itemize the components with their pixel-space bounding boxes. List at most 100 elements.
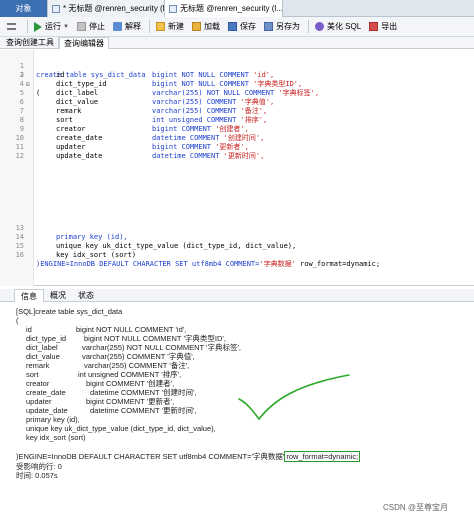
column-comment: '更新者', <box>215 143 249 151</box>
line-number: 3 <box>19 71 24 79</box>
stop-icon <box>76 22 86 31</box>
column-name: remark <box>56 107 82 115</box>
code-string: '字典数据' <box>259 260 296 268</box>
menu-button[interactable] <box>4 19 22 35</box>
column-comment: 'id', <box>253 71 275 79</box>
export-icon <box>369 22 379 31</box>
output-column-name: updater <box>26 397 52 406</box>
query-icon <box>169 4 177 13</box>
tab-label: 无标题 @renren_security (l... <box>180 4 283 13</box>
new-button[interactable]: 新建 <box>153 19 187 35</box>
output-line: dict_value varchar(255) COMMENT '字典值', <box>26 352 195 361</box>
line-number: 9 <box>19 125 24 133</box>
column-definition: bigint NOT NULL COMMENT '字典类型ID', <box>152 80 302 89</box>
output-line: dict_type_id bigint NOT NULL COMMENT '字典类… <box>26 334 226 343</box>
column-type: varchar(255) COMMENT <box>152 107 241 115</box>
output-line: dict_label varchar(255) NOT NULL COMMENT … <box>26 343 241 352</box>
output-line: id bigint NOT NULL COMMENT 'id', <box>26 325 186 334</box>
tab-query-untitled-1[interactable]: * 无标题 @renren_security (l... <box>48 0 165 17</box>
column-type: datetime COMMENT <box>152 152 224 160</box>
tab-info[interactable]: 信息 <box>14 289 44 302</box>
load-button[interactable]: 加载 <box>189 19 223 35</box>
toolbar-divider <box>27 20 28 33</box>
output-column-name: dict_label <box>26 343 58 352</box>
saveas-icon <box>263 22 273 31</box>
result-tabs: 信息 概况 状态 <box>0 289 474 302</box>
save-button[interactable]: 保存 <box>225 19 259 35</box>
toolbar-divider <box>148 20 150 33</box>
saveas-button[interactable]: 另存为 <box>261 19 303 35</box>
column-definition: bigint COMMENT '更新者', <box>152 143 249 152</box>
code-line: 13 primary key (id), <box>0 215 474 241</box>
load-label: 加载 <box>203 22 220 31</box>
column-comment: '创建时间', <box>223 134 265 142</box>
output-column-type: int unsigned COMMENT '排序', <box>78 370 182 379</box>
tab-label: * 无标题 @renren_security (l... <box>63 4 165 13</box>
line-number: 6 <box>19 98 24 106</box>
code-line: 12 update_date datetime COMMENT '更新时间', <box>0 152 474 161</box>
play-icon <box>34 21 42 32</box>
export-label: 导出 <box>381 22 398 31</box>
output-column-type: bigint NOT NULL COMMENT '字典类型ID', <box>84 334 226 343</box>
code-line: 4 dict_type_id bigint NOT NULL COMMENT '字典… <box>0 80 474 89</box>
folder-icon <box>191 22 201 31</box>
column-name: sort <box>56 116 73 124</box>
tab-query-builder[interactable]: 查询创建工具 <box>2 37 59 49</box>
output-line: ( <box>16 316 19 325</box>
column-definition: varchar(255) NOT NULL COMMENT '字典标签', <box>152 89 319 98</box>
output-line: updater bigint COMMENT '更新者', <box>26 397 174 406</box>
tab-profile[interactable]: 概况 <box>44 289 72 302</box>
new-icon <box>155 22 165 31</box>
output-column-name: sort <box>26 370 39 379</box>
code-line: 10 create_date datetime COMMENT '创建时间', <box>0 134 474 143</box>
column-type: bigint NOT NULL COMMENT <box>152 71 254 79</box>
tab-objects[interactable]: 对象 <box>0 0 48 17</box>
editor-mode-tabs: 查询创建工具 查询编辑器 <box>0 37 474 49</box>
output-column-type: varchar(255) NOT NULL COMMENT '字典标签', <box>82 343 242 352</box>
output-line: primary key (id), <box>26 415 80 424</box>
output-column-name: id <box>26 325 32 334</box>
tab-objects-label: 对象 <box>15 4 32 13</box>
column-definition: datetime COMMENT '创建时间', <box>152 134 264 143</box>
output-column-type: varchar(255) COMMENT '备注', <box>84 361 190 370</box>
output-column-name: update_date <box>26 406 68 415</box>
column-type: bigint COMMENT <box>152 125 216 133</box>
save-label: 保存 <box>239 22 256 31</box>
beautify-label: 美化 SQL <box>326 22 362 31</box>
output-column-name: dict_type_id <box>26 334 67 343</box>
column-comment: '字典类型ID', <box>253 80 303 88</box>
output-line: sort int unsigned COMMENT '排序', <box>26 370 181 379</box>
column-type: varchar(255) COMMENT <box>152 98 241 106</box>
toolbar-divider <box>307 20 309 33</box>
column-definition: bigint NOT NULL COMMENT 'id', <box>152 71 274 80</box>
sql-editor[interactable]: 1 create table sys_dict_data 2 ⊟ ( 3 id bi… <box>0 50 474 286</box>
stop-button[interactable]: 停止 <box>74 19 108 35</box>
run-button[interactable]: 运行 ▼ <box>31 19 72 35</box>
explain-label: 解释 <box>124 22 141 31</box>
line-number: 8 <box>19 116 24 124</box>
output-line: unique key uk_dict_type_value (dict_type… <box>26 424 216 433</box>
chevron-down-icon[interactable]: ▼ <box>63 24 69 30</box>
column-name: creator <box>56 125 86 133</box>
checkmark-icon <box>238 374 350 421</box>
tab-query-editor[interactable]: 查询编辑器 <box>59 37 109 49</box>
tab-status[interactable]: 状态 <box>72 289 100 302</box>
code-line: 5 dict_label varchar(255) NOT NULL COMMENT… <box>0 89 474 98</box>
column-comment: '更新时间', <box>223 152 265 160</box>
query-icon <box>52 4 60 13</box>
column-name: update_date <box>56 152 103 160</box>
column-comment: '创建者', <box>215 125 249 133</box>
output-column-type: datetime COMMENT '创建时间', <box>90 388 197 397</box>
save-icon <box>227 22 237 31</box>
code-keyword: )ENGINE=InnoDB DEFAULT CHARACTER SET utf… <box>36 260 260 268</box>
output-column-type: varchar(255) COMMENT '字典值', <box>82 352 195 361</box>
column-type: bigint NOT NULL COMMENT <box>152 80 254 88</box>
explain-button[interactable]: 解释 <box>110 19 144 35</box>
output-line: 受影响的行: 0 <box>16 462 62 471</box>
line-number: 4 <box>19 80 24 88</box>
code-line: 15 key idx_sort (sort) <box>0 233 474 259</box>
output-column-name: create_date <box>26 388 66 397</box>
beautify-sql-button[interactable]: 美化 SQL <box>312 19 364 35</box>
export-button[interactable]: 导出 <box>366 19 400 35</box>
tab-query-untitled-2[interactable]: 无标题 @renren_security (l... <box>165 0 283 17</box>
